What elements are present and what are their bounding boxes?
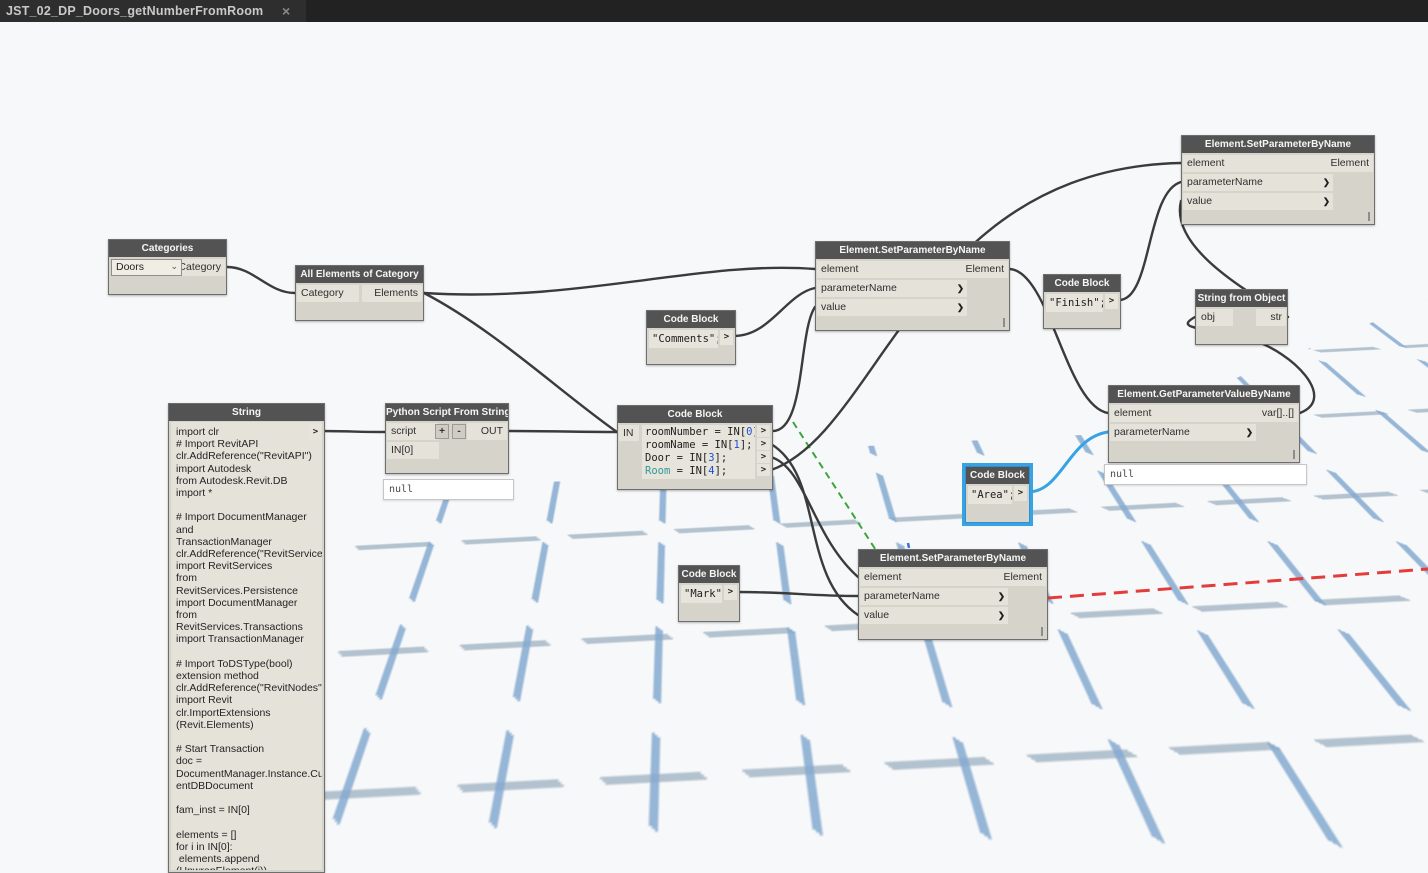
output-port[interactable]: > [309, 424, 322, 440]
default-value-chevron-icon: ❯ [998, 607, 1005, 624]
close-icon[interactable]: × [282, 1, 290, 21]
output-port-0[interactable]: > [1014, 486, 1027, 501]
default-value-chevron-icon: ❯ [957, 299, 964, 316]
output-port-str[interactable]: str [1256, 309, 1286, 326]
node-get-parameter-value[interactable]: Element.GetParameterValueByName element❯ p… [1108, 385, 1300, 463]
input-port-element[interactable]: element❯ [1110, 405, 1256, 422]
input-port-parametername[interactable]: parameterName❯ [1110, 424, 1256, 441]
node-set-parameter-finish[interactable]: Element.SetParameterByNameelement❯parame… [1181, 135, 1375, 225]
input-port-category[interactable]: Category [297, 285, 359, 302]
node-code-block-mark[interactable]: Code Block "Mark";> [678, 565, 740, 622]
lacing-indicator [1003, 318, 1005, 327]
wire-0[interactable] [227, 267, 295, 293]
code-text[interactable]: "Comments"; [649, 330, 718, 348]
input-port-parametername[interactable]: parameterName❯ [860, 588, 1008, 605]
wire-6[interactable] [771, 307, 815, 431]
input-port-value[interactable]: value❯ [860, 607, 1008, 624]
preview-bubble-get-parameter-value[interactable]: null [1104, 464, 1307, 485]
wire-12[interactable] [1028, 432, 1108, 492]
output-port-3[interactable]: > [757, 464, 770, 476]
default-value-chevron-icon: ❯ [1246, 424, 1253, 441]
node-code-block-area[interactable]: Code Block "Area";> [965, 466, 1030, 523]
axis-x-line [1048, 569, 1428, 598]
output-port-2[interactable]: > [757, 451, 770, 463]
output-port-category[interactable]: Category [178, 259, 225, 276]
output-port-0[interactable]: > [1105, 294, 1118, 309]
category-dropdown[interactable]: Doors⌄ [111, 259, 182, 276]
tab-bar: JST_02_DP_Doors_getNumberFromRoom × [0, 0, 1428, 22]
node-all-elements-of-category[interactable]: All Elements of Category CategoryElements [295, 265, 424, 321]
node-header-code-block-mark[interactable]: Code Block [679, 566, 739, 583]
node-header-code-block-area[interactable]: Code Block [966, 467, 1029, 484]
input-port-in[interactable]: IN [619, 425, 639, 441]
node-string-input[interactable]: Stringimport clr # Import RevitAPI clr.A… [168, 403, 325, 873]
node-header-string-input[interactable]: String [169, 404, 324, 421]
output-port-element[interactable]: Element [946, 261, 1008, 278]
tab-title: JST_02_DP_Doors_getNumberFromRoom [6, 4, 282, 18]
output-port-element[interactable]: Element [984, 569, 1046, 586]
default-value-chevron-icon: ❯ [1323, 174, 1330, 191]
output-port-elements[interactable]: Elements [362, 285, 422, 302]
input-port-value[interactable]: value❯ [1183, 193, 1333, 210]
node-set-parameter-mark[interactable]: Element.SetParameterByNameelement❯parame… [858, 549, 1048, 640]
string-value-text[interactable]: import clr # Import RevitAPI clr.AddRefe… [171, 422, 322, 870]
input-port-parametername[interactable]: parameterName❯ [817, 280, 967, 297]
input-port-parametername[interactable]: parameterName❯ [1183, 174, 1333, 191]
input-port-value[interactable]: value❯ [817, 299, 967, 316]
wire-1[interactable] [424, 268, 815, 295]
input-port-script[interactable]: script [387, 423, 439, 440]
lacing-indicator [1041, 627, 1043, 636]
node-header-get-parameter-value[interactable]: Element.GetParameterValueByName [1109, 386, 1299, 403]
node-code-block-main[interactable]: Code Block INroomNumber = IN[0];roomName … [617, 405, 773, 490]
wire-3[interactable] [319, 431, 385, 432]
input-port-element[interactable]: element❯ [817, 261, 967, 278]
node-header-set-parameter-mark[interactable]: Element.SetParameterByName [859, 550, 1047, 567]
preview-bubble-python-script-from-string[interactable]: null [383, 479, 514, 500]
node-header-code-block-comments[interactable]: Code Block [647, 311, 735, 328]
output-port-out[interactable]: OUT [467, 423, 507, 440]
remove-input-button[interactable]: - [452, 424, 466, 439]
node-code-block-finish[interactable]: Code Block "Finish";> [1043, 274, 1121, 329]
code-text[interactable]: "Mark"; [681, 585, 722, 603]
output-port-0[interactable]: > [724, 585, 737, 600]
output-port-element[interactable]: Element [1311, 155, 1373, 172]
node-header-set-parameter-comments[interactable]: Element.SetParameterByName [816, 242, 1009, 259]
wire-14[interactable] [771, 444, 858, 615]
node-set-parameter-comments[interactable]: Element.SetParameterByName element❯ parame… [815, 241, 1010, 331]
node-python-script-from-string[interactable]: Python Script From String script IN[0] OUT +… [385, 403, 509, 474]
node-string-from-object[interactable]: String from Object obj str [1195, 289, 1288, 345]
workspace-canvas[interactable]: CategoriesCategoryDoors⌄All Elements of … [0, 0, 1428, 863]
input-port-obj[interactable]: obj [1197, 309, 1233, 326]
node-header-code-block-main[interactable]: Code Block [618, 406, 772, 423]
output-port-0[interactable]: > [720, 330, 733, 345]
node-code-block-comments[interactable]: Code Block "Comments";> [646, 310, 736, 365]
default-value-chevron-icon: ❯ [957, 280, 964, 297]
node-header-code-block-finish[interactable]: Code Block [1044, 275, 1120, 292]
node-header-all-elements-of-category[interactable]: All Elements of Category [296, 266, 423, 283]
workspace-tab[interactable]: JST_02_DP_Doors_getNumberFromRoom × [0, 0, 306, 22]
default-value-chevron-icon: ❯ [998, 588, 1005, 605]
node-categories[interactable]: Categories CategoryDoors⌄ [108, 239, 227, 295]
node-header-string-from-object[interactable]: String from Object [1196, 290, 1287, 307]
wire-15[interactable] [738, 592, 858, 596]
code-text[interactable]: roomNumber = IN[0];roomName = IN[1];Door… [642, 425, 755, 479]
output-port-var[interactable]: var[]..[] [1242, 405, 1298, 422]
lacing-indicator [1368, 212, 1370, 221]
default-value-chevron-icon: ❯ [1323, 193, 1330, 210]
add-input-button[interactable]: + [435, 424, 449, 439]
lacing-indicator [1293, 450, 1295, 459]
output-port-1[interactable]: > [757, 438, 770, 450]
wire-9[interactable] [1119, 182, 1181, 300]
input-port-in-0[interactable]: IN[0] [387, 442, 439, 459]
wire-5[interactable] [734, 288, 815, 336]
code-text[interactable]: "Finish"; [1046, 294, 1103, 312]
output-port-0[interactable]: > [757, 425, 770, 437]
wire-4[interactable] [509, 431, 617, 432]
node-header-python-script-from-string[interactable]: Python Script From String [386, 404, 508, 421]
code-text[interactable]: "Area"; [968, 486, 1012, 504]
chevron-down-icon: ⌄ [170, 259, 178, 274]
wire-13[interactable] [771, 457, 858, 577]
node-header-set-parameter-finish[interactable]: Element.SetParameterByName [1182, 136, 1374, 153]
node-header-categories[interactable]: Categories [109, 240, 226, 257]
